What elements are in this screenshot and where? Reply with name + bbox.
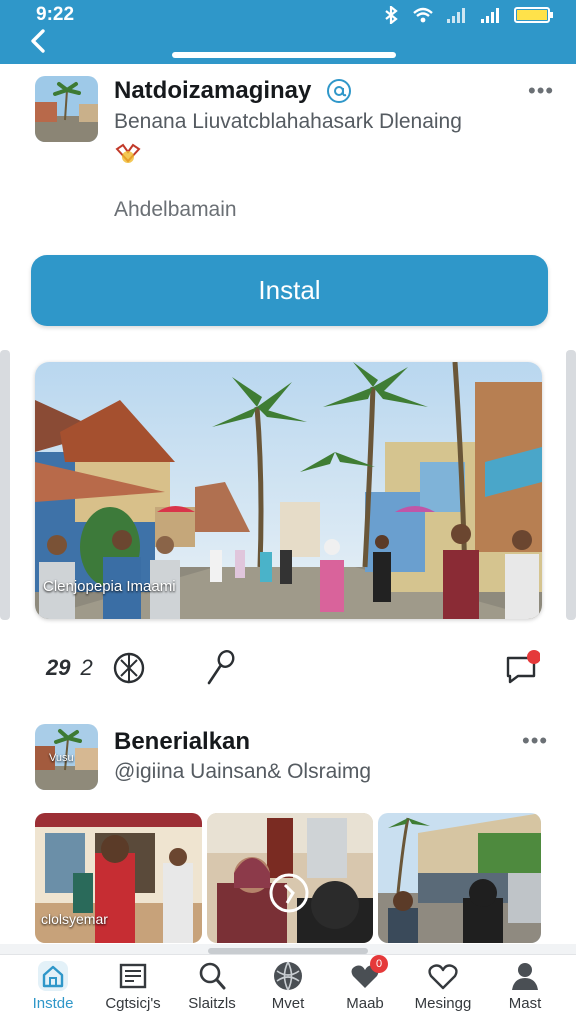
left-edge-tab[interactable] <box>0 350 10 620</box>
heart-outline-icon <box>428 964 458 990</box>
nav-label-catalog: Cgtsicj's <box>105 995 161 1012</box>
battery-icon <box>514 7 553 23</box>
like-suffix: 2 <box>80 655 93 680</box>
wifi-icon <box>413 7 433 23</box>
like-action[interactable]: 29 2 <box>34 648 93 688</box>
comment-icon <box>506 650 540 684</box>
nav-label-messages: Mesingg <box>414 995 472 1012</box>
nav-item-catalog[interactable]: Cgtsicj's <box>90 959 176 1021</box>
nav-label-profile: Mast <box>508 995 542 1012</box>
home-icon <box>38 961 68 991</box>
post2-handle: @igiina Uainsan& Olsraimg <box>114 760 372 783</box>
globe-icon <box>274 961 302 991</box>
nav-item-messages[interactable]: Mesingg <box>400 959 486 1021</box>
heart-icon: 0 <box>348 955 388 993</box>
app-bar: 9:22 <box>0 0 576 64</box>
post2-more-icon[interactable]: ••• <box>522 728 548 754</box>
like-count: 29 <box>46 655 71 680</box>
nav-label-favorites: Maab <box>346 995 384 1012</box>
signal-2-icon <box>481 8 499 23</box>
status-time: 9:22 <box>36 4 75 25</box>
post1-avatar[interactable] <box>35 76 98 142</box>
post2-avatar-caption: Vusu <box>49 752 74 764</box>
bluetooth-icon <box>385 6 398 24</box>
post1-subtitle: Benana Liuvatcblahahasark Dlenaing <box>114 110 462 133</box>
post2-name[interactable]: Benerialkan <box>114 728 250 756</box>
install-button[interactable]: Instal <box>31 255 548 326</box>
favorites-badge: 0 <box>370 955 388 973</box>
post1-meta: Ahdelbamain <box>114 198 237 221</box>
nav-item-home[interactable]: Instde <box>10 959 96 1021</box>
post2-thumb-1-caption: clolsyemar <box>41 911 108 927</box>
share-circle-icon[interactable] <box>112 648 146 688</box>
comment-button[interactable] <box>504 648 540 688</box>
nav-item-favorites[interactable]: 0 Maab <box>322 955 408 1021</box>
signal-icon <box>447 8 465 23</box>
back-arrow-icon[interactable] <box>26 28 52 54</box>
nav-label-home: Instde <box>32 995 74 1012</box>
nav-item-globe[interactable]: Mvet <box>245 959 331 1021</box>
catalog-icon <box>119 963 147 989</box>
post1-actions: 29 2 <box>0 640 576 700</box>
search-icon <box>199 962 226 990</box>
post1-photo-caption: Clenjopepia Imaami <box>43 578 176 595</box>
emblem-icon <box>115 143 141 163</box>
verified-badge-icon <box>327 79 351 103</box>
nav-label-search: Slaitzls <box>188 995 236 1012</box>
nav-label-globe: Mvet <box>271 995 305 1012</box>
nav-item-search[interactable]: Slaitzls <box>169 959 255 1021</box>
handshake-icon <box>34 664 42 672</box>
post1-photo[interactable]: Clenjopepia Imaami <box>35 362 542 619</box>
bottom-nav: Instde Cgtsicj's Slaitzls Mvet 0 Maab Me… <box>0 954 576 1024</box>
profile-icon <box>512 963 538 990</box>
post2-thumb-2[interactable] <box>207 813 373 943</box>
microphone-icon[interactable] <box>204 648 236 688</box>
post2-thumb-3[interactable] <box>378 813 541 943</box>
post2-thumb-1[interactable]: clolsyemar <box>35 813 202 943</box>
post2-avatar[interactable]: Vusu <box>35 724 98 790</box>
post1-more-icon[interactable]: ••• <box>528 78 554 104</box>
right-edge-tab[interactable] <box>566 350 576 620</box>
post1-name[interactable]: Natdoizamaginay <box>114 77 311 105</box>
nav-item-profile[interactable]: Mast <box>482 959 568 1021</box>
sheet-handle[interactable] <box>172 52 396 58</box>
status-icons <box>382 6 554 24</box>
